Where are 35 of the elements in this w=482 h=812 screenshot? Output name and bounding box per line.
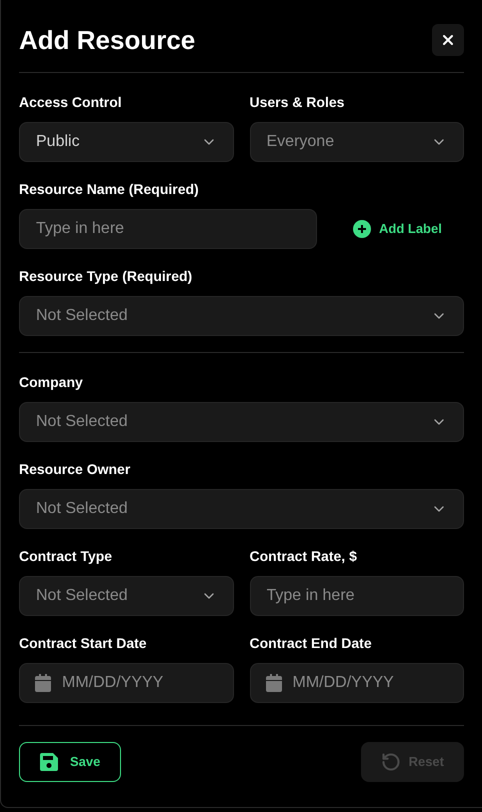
add-label-button[interactable]: Add Label (353, 219, 442, 239)
save-button[interactable]: Save (19, 742, 122, 782)
select-value: Not Selected (36, 499, 128, 519)
date-field[interactable]: MM/DD/YYYY (250, 663, 464, 703)
field-label: Contract Type (19, 547, 114, 566)
field-label: Contract End Date (250, 634, 373, 653)
field-label: Resource Type (Required) (19, 267, 194, 286)
select-field[interactable]: Public (19, 122, 234, 162)
date-field[interactable]: MM/DD/YYYY (19, 663, 234, 703)
close-button[interactable] (432, 24, 464, 56)
reset-icon (380, 752, 401, 772)
field-label: Contract Start Date (19, 634, 148, 653)
select-value: Public (36, 132, 80, 152)
field-label: Users & Roles (250, 93, 346, 112)
select-value: Not Selected (36, 412, 128, 432)
select-value: Not Selected (36, 306, 128, 326)
select-value: Not Selected (36, 586, 128, 606)
field-label: Company (19, 373, 84, 392)
select-field[interactable]: Not Selected (19, 296, 464, 336)
input-field[interactable]: Type in here (250, 576, 464, 616)
field-label: Resource Name (Required) (19, 180, 200, 199)
input-field[interactable]: Type in here (19, 209, 317, 249)
calendar-icon (35, 674, 51, 692)
close-icon (440, 32, 456, 48)
field-label: Access Control (19, 93, 123, 112)
select-field[interactable]: Not Selected (19, 402, 464, 442)
select-field[interactable]: Everyone (250, 122, 464, 162)
dialog-title: Add Resource (19, 24, 196, 56)
plus-circle-icon (353, 220, 371, 238)
field-label: Resource Owner (19, 460, 132, 479)
calendar-icon (266, 674, 282, 692)
select-value: Everyone (266, 132, 334, 152)
select-field[interactable]: Not Selected (19, 576, 234, 616)
select-field[interactable]: Not Selected (19, 489, 464, 529)
field-label: Contract Rate, $ (250, 547, 358, 566)
